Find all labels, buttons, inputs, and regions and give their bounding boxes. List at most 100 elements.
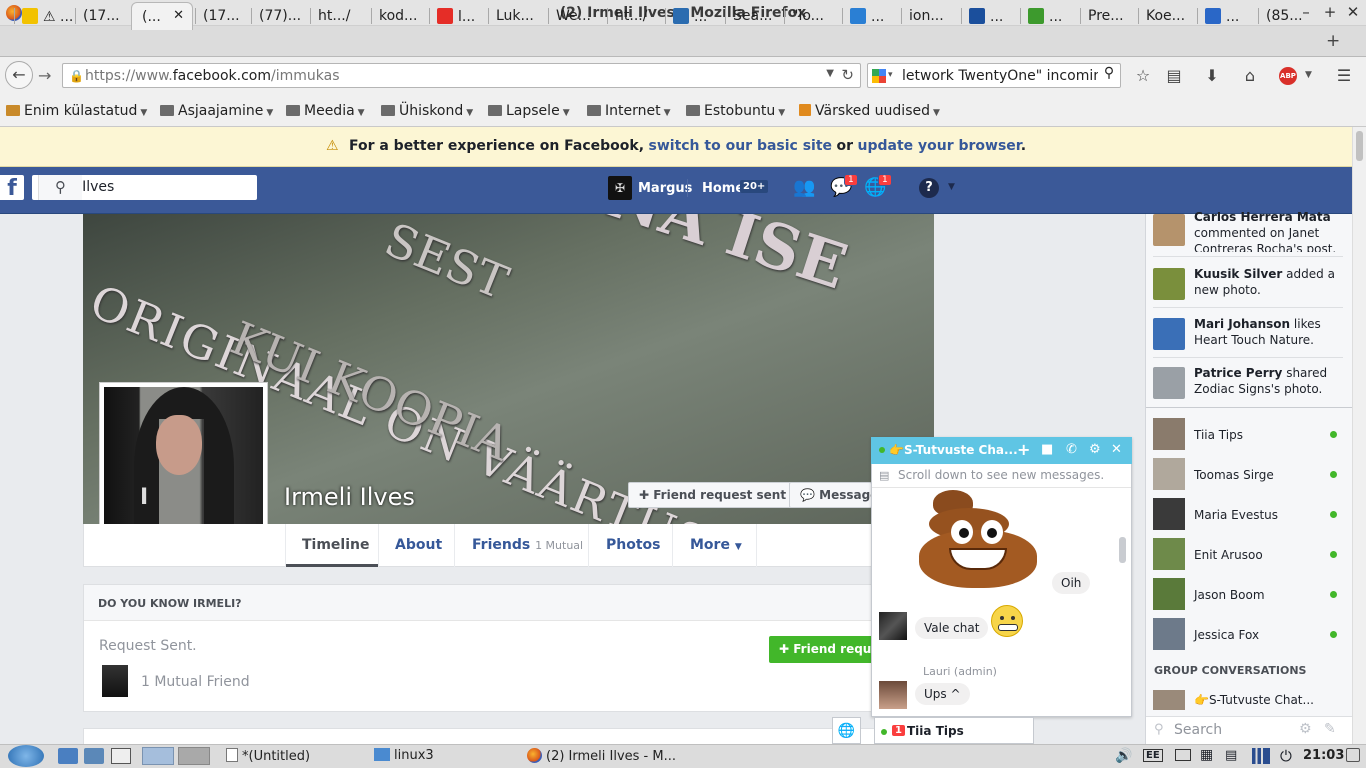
ticker-item[interactable]: Kuusik Silver added a new photo. <box>1153 266 1343 300</box>
tab-close-icon[interactable]: ✕ <box>173 8 184 23</box>
tab[interactable]: ... <box>850 2 914 30</box>
page-scrollbar[interactable] <box>1352 127 1366 744</box>
chat-contact[interactable]: Toomas Sirge <box>1153 458 1343 492</box>
home-icon[interactable]: ⌂ <box>1239 66 1261 85</box>
update-browser-link[interactable]: update your browser <box>857 138 1020 154</box>
bookmark-folder-meedia[interactable]: Meedia ▼ <box>286 103 365 119</box>
mutual-friend-count[interactable]: 1 Mutual Friend <box>141 674 250 690</box>
tab[interactable]: ... <box>1205 2 1269 30</box>
sender-avatar[interactable] <box>879 612 907 640</box>
new-message-icon[interactable]: ✎ <box>1324 721 1336 737</box>
tab[interactable]: (85... <box>1266 2 1326 30</box>
profile-name[interactable]: Irmeli Ilves <box>284 483 415 511</box>
bookmark-folder-varsked-uudised[interactable]: Värsked uudised ▼ <box>799 103 940 119</box>
help-icon[interactable]: ? <box>919 178 939 198</box>
show-desktop-icon[interactable] <box>1346 748 1360 762</box>
volume-icon[interactable]: 🔊 <box>1115 748 1132 764</box>
tab[interactable]: Koe... <box>1146 2 1210 30</box>
friend-requests-icon[interactable]: 👥 <box>793 177 815 198</box>
tab[interactable]: ion... <box>909 2 973 30</box>
account-menu-icon[interactable]: ▼ <box>948 182 955 192</box>
display-icon[interactable] <box>1175 749 1191 761</box>
basic-site-link[interactable]: switch to our basic site <box>649 138 833 154</box>
bookmark-folder-estobuntu[interactable]: Estobuntu ▼ <box>686 103 785 119</box>
tab[interactable]: "io... <box>792 2 856 30</box>
tab[interactable]: kod... <box>379 2 443 30</box>
search-engine-dropdown-icon[interactable]: ▾ <box>888 70 893 80</box>
tab-more[interactable]: More ▼ <box>690 537 742 553</box>
chat-tab[interactable]: 1 Tiia Tips <box>874 717 1034 744</box>
taskbar-item-linux3[interactable]: linux3 <box>374 748 434 763</box>
chat-search-input[interactable]: ⚲ Search ⚙ ✎ <box>1146 716 1352 744</box>
group-conversation-item[interactable]: 👉S-Tutvuste Chat... <box>1153 690 1343 710</box>
tab[interactable]: ⚠ ... <box>22 2 90 30</box>
window-icon[interactable] <box>111 748 131 764</box>
bookmark-folder-asjaajamine[interactable]: Asjaajamine ▼ <box>160 103 273 119</box>
chat-settings-icon[interactable]: ⚙ <box>1299 721 1312 737</box>
chat-contact[interactable]: Jason Boom <box>1153 578 1343 612</box>
sender-avatar[interactable] <box>879 681 907 709</box>
back-icon[interactable]: ← <box>5 61 33 89</box>
downloads-icon[interactable]: ⬇ <box>1201 66 1223 85</box>
notes-icon[interactable]: ▤ <box>1225 748 1237 763</box>
search-icon[interactable]: ⚲ <box>38 175 82 200</box>
bookmark-folder-enim[interactable]: Enim külastatud ▼ <box>6 103 147 119</box>
new-tab-icon[interactable]: + <box>1326 31 1340 51</box>
chat-contact[interactable]: Jessica Fox <box>1153 618 1343 652</box>
tab-photos[interactable]: Photos <box>606 537 661 553</box>
add-people-icon[interactable]: + <box>1017 440 1030 459</box>
workspace-1[interactable] <box>142 747 174 765</box>
tab[interactable]: ... <box>969 2 1033 30</box>
bookmark-folder-uhiskond[interactable]: Ühiskond ▼ <box>381 103 473 119</box>
ticker-item[interactable]: Mari Johanson likes Heart Touch Nature. <box>1153 316 1343 350</box>
close-window-icon[interactable]: ✕ <box>1343 3 1363 21</box>
workspace-2[interactable] <box>178 747 210 765</box>
friend-request-sent-button[interactable]: ✚ Friend request sent <box>628 482 798 508</box>
url-bar[interactable]: 🔒 https://www.facebook.com/immukas ▼ ↻ <box>62 63 861 88</box>
reload-icon[interactable]: ↻ <box>841 66 854 84</box>
tab-active[interactable]: (... ✕ <box>131 2 193 30</box>
ticker-item[interactable]: Patrice Perry shared Zodiac Signs's phot… <box>1153 365 1343 399</box>
chat-options-icon[interactable]: ⚙ <box>1089 442 1101 457</box>
menu-icon[interactable]: ☰ <box>1333 66 1355 85</box>
tab[interactable]: ... <box>1028 2 1092 30</box>
reading-list-icon[interactable]: ▤ <box>1163 66 1185 85</box>
tab[interactable]: (17... <box>203 2 263 30</box>
tab-friends[interactable]: Friends 1 Mutual <box>472 537 583 553</box>
chat-contact[interactable]: Maria Evestus <box>1153 498 1343 532</box>
tab[interactable]: ht.../ <box>615 2 679 30</box>
taskbar-item-untitled[interactable]: *(Untitled) <box>226 748 310 764</box>
url-dropdown-icon[interactable]: ▼ <box>826 68 834 79</box>
user-avatar[interactable]: ✠ <box>608 176 632 200</box>
close-chat-icon[interactable]: ✕ <box>1111 442 1122 457</box>
tab[interactable]: l... <box>437 2 501 30</box>
ticker-item[interactable]: Carlos Herrera Mata commented on Janet C… <box>1153 212 1343 252</box>
clipboard-icon[interactable]: ▦ <box>1200 747 1213 763</box>
facebook-search-input[interactable]: Irmeli Ilves ⚲ <box>32 175 257 200</box>
bookmark-folder-lapsele[interactable]: Lapsele ▼ <box>488 103 570 119</box>
facebook-logo-icon[interactable]: f <box>0 175 24 201</box>
chat-contact[interactable]: Tiia Tips <box>1153 418 1343 452</box>
chat-window-header[interactable]: 👉S-Tutvuste Cha... + ■ ✆ ⚙ ✕ <box>871 437 1132 464</box>
tab[interactable]: Pre... <box>1088 2 1152 30</box>
tab[interactable]: ... <box>673 2 737 30</box>
taskbar-item-firefox[interactable]: (2) Irmeli Ilves - M... <box>527 748 676 764</box>
chat-scroll-note[interactable]: ▤ Scroll down to see new messages. <box>872 464 1131 488</box>
network-signal-icon[interactable] <box>1252 748 1270 764</box>
phone-icon[interactable]: ✆ <box>1066 442 1077 457</box>
adblock-icon[interactable]: ABP <box>1279 67 1297 85</box>
tab[interactable]: ht.../ <box>318 2 378 30</box>
message-button[interactable]: 💬 Message <box>789 482 872 508</box>
profile-link[interactable]: Margus <box>638 181 692 196</box>
video-call-icon[interactable]: ■ <box>1041 442 1053 457</box>
tab[interactable]: (77)... <box>259 2 325 30</box>
chat-contact[interactable]: Enit Arusoo <box>1153 538 1343 572</box>
start-menu-icon[interactable] <box>8 745 44 767</box>
keyboard-layout-icon[interactable]: EE <box>1143 749 1163 762</box>
bookmark-folder-internet[interactable]: Internet ▼ <box>587 103 671 119</box>
tab-about[interactable]: About <box>395 537 442 553</box>
forward-icon[interactable]: → <box>38 66 51 85</box>
adblock-dropdown-icon[interactable]: ▼ <box>1305 70 1312 80</box>
search-icon[interactable]: ⚲ <box>1098 65 1120 87</box>
tab[interactable]: Luk... <box>496 2 560 30</box>
